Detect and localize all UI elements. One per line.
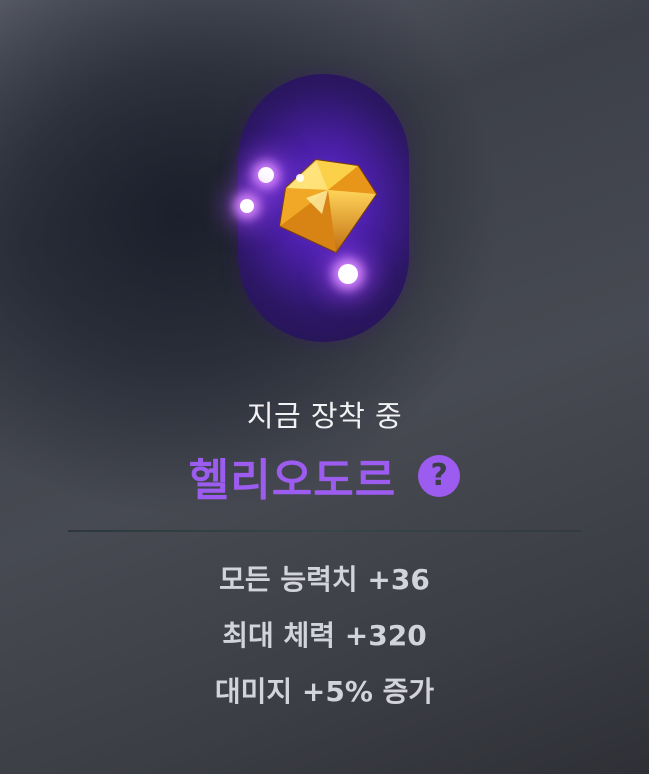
stat-list: 모든 능력치 +36 최대 체력 +320 대미지 +5% 증가 bbox=[0, 560, 649, 728]
stat-damage: 대미지 +5% 증가 bbox=[214, 675, 435, 708]
item-title-row: 헬리오도르 ? bbox=[0, 444, 649, 508]
yellow-gem-icon bbox=[278, 158, 378, 254]
divider bbox=[68, 530, 581, 532]
item-name: 헬리오도르 bbox=[188, 455, 397, 506]
stat-max-hp: 최대 체력 +320 bbox=[222, 619, 427, 652]
sparkle-effect bbox=[338, 264, 358, 284]
item-icon-card bbox=[238, 74, 409, 342]
equipped-status-label: 지금 장착 중 bbox=[246, 399, 403, 433]
question-mark-icon[interactable]: ? bbox=[418, 455, 461, 497]
stat-all-abilities: 모든 능력치 +36 bbox=[219, 563, 430, 596]
sparkle-effect bbox=[240, 199, 254, 213]
